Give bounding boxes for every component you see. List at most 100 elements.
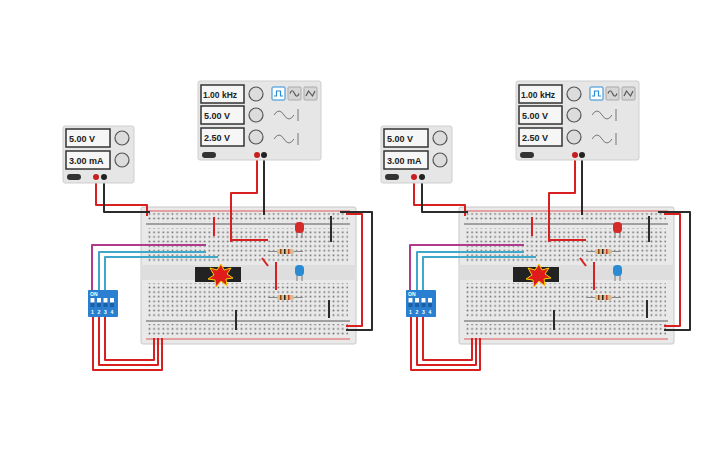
positive-terminal[interactable]: [254, 152, 260, 158]
sine-wave-icon: [608, 91, 617, 97]
resistor[interactable]: [586, 249, 621, 254]
wire[interactable]: [232, 239, 268, 241]
waveform-button[interactable]: [272, 87, 285, 100]
current-knob[interactable]: [115, 153, 129, 167]
amplitude-display: [519, 106, 562, 124]
frequency-knob[interactable]: [567, 87, 581, 101]
wire[interactable]: [328, 300, 330, 318]
wire[interactable]: [262, 258, 268, 266]
wire[interactable]: [646, 300, 648, 318]
power-toggle[interactable]: [385, 174, 399, 180]
offset-display: [201, 128, 244, 146]
wire[interactable]: [340, 212, 372, 330]
wire[interactable]: [648, 216, 650, 242]
negative-terminal[interactable]: [419, 174, 425, 180]
wire[interactable]: [235, 310, 237, 330]
positive-terminal[interactable]: [411, 174, 417, 180]
wire[interactable]: [664, 214, 680, 326]
dip-toggle[interactable]: 4: [110, 298, 114, 315]
positive-terminal[interactable]: [93, 174, 99, 180]
resistor[interactable]: [268, 249, 303, 254]
amplitude-knob[interactable]: [249, 108, 263, 122]
svg-text:5.00 V: 5.00 V: [387, 134, 413, 144]
led[interactable]: [295, 222, 304, 238]
dip-toggle[interactable]: 1: [409, 298, 413, 315]
amplitude-wave-icon: [274, 111, 294, 119]
wire[interactable]: [423, 317, 472, 360]
positive-terminal[interactable]: [572, 152, 578, 158]
dip-switch[interactable]: ON1234: [406, 290, 436, 317]
resistor[interactable]: [586, 295, 621, 300]
wire[interactable]: [411, 317, 480, 370]
wire[interactable]: [410, 245, 524, 290]
wire[interactable]: [346, 214, 362, 326]
wire[interactable]: [423, 257, 536, 290]
offset-knob[interactable]: [567, 130, 581, 144]
explosion-icon: [208, 264, 233, 287]
dip-switch[interactable]: ON1234: [88, 290, 118, 317]
waveform-button[interactable]: [606, 87, 619, 100]
wire[interactable]: [213, 217, 215, 236]
voltage-knob[interactable]: [115, 131, 129, 145]
ic-chip[interactable]: [513, 264, 559, 287]
led[interactable]: [613, 222, 622, 238]
svg-text:5.00 V: 5.00 V: [522, 111, 548, 121]
offset-knob[interactable]: [249, 130, 263, 144]
wire[interactable]: [231, 158, 257, 242]
svg-text:3: 3: [104, 309, 107, 315]
current-knob[interactable]: [433, 153, 447, 167]
wire[interactable]: [580, 258, 586, 266]
wire[interactable]: [422, 180, 468, 212]
amplitude-knob[interactable]: [567, 108, 581, 122]
breadboard[interactable]: [141, 207, 356, 344]
dip-toggle[interactable]: 2: [415, 298, 419, 315]
wire[interactable]: [263, 158, 265, 215]
wire[interactable]: [593, 262, 595, 290]
wire[interactable]: [330, 216, 332, 242]
resistor[interactable]: [268, 295, 303, 300]
wire[interactable]: [92, 245, 206, 290]
svg-text:ON: ON: [408, 291, 416, 297]
dip-toggle[interactable]: 1: [91, 298, 95, 315]
wire[interactable]: [531, 217, 533, 236]
waveform-button[interactable]: [622, 87, 635, 100]
amplitude-display: [201, 106, 244, 124]
dip-toggle[interactable]: 2: [97, 298, 101, 315]
wire[interactable]: [105, 257, 218, 290]
power-toggle[interactable]: [202, 152, 216, 158]
wire[interactable]: [99, 317, 158, 365]
wire[interactable]: [104, 180, 150, 212]
frequency-knob[interactable]: [249, 87, 263, 101]
wire[interactable]: [658, 212, 690, 330]
wire[interactable]: [417, 317, 476, 365]
wire[interactable]: [581, 158, 583, 215]
negative-terminal[interactable]: [579, 152, 585, 158]
waveform-button[interactable]: [288, 87, 301, 100]
waveform-button[interactable]: [304, 87, 317, 100]
offset-wave-icon: [592, 135, 612, 143]
power-supply: 5.00 V3.00 mA: [63, 126, 134, 183]
wire[interactable]: [275, 262, 277, 290]
dip-toggle[interactable]: 3: [422, 298, 426, 315]
waveform-button[interactable]: [590, 87, 603, 100]
svg-text:3.00 mA: 3.00 mA: [69, 156, 104, 166]
led[interactable]: [295, 265, 304, 281]
dip-toggle[interactable]: 3: [104, 298, 108, 315]
negative-terminal[interactable]: [261, 152, 267, 158]
negative-terminal[interactable]: [101, 174, 107, 180]
dip-toggle[interactable]: 4: [428, 298, 432, 315]
voltage-knob[interactable]: [433, 131, 447, 145]
wire[interactable]: [549, 158, 575, 242]
wire[interactable]: [553, 310, 555, 330]
led[interactable]: [613, 265, 622, 281]
power-toggle[interactable]: [67, 174, 81, 180]
wire[interactable]: [105, 317, 154, 360]
wire[interactable]: [550, 239, 586, 241]
ic-chip[interactable]: [195, 264, 241, 287]
triangle-wave-icon: [306, 91, 315, 96]
breadboard[interactable]: [459, 207, 674, 344]
power-toggle[interactable]: [520, 152, 534, 158]
wire[interactable]: [93, 317, 162, 370]
svg-text:5.00 V: 5.00 V: [204, 111, 230, 121]
sine-wave-icon: [290, 91, 299, 97]
